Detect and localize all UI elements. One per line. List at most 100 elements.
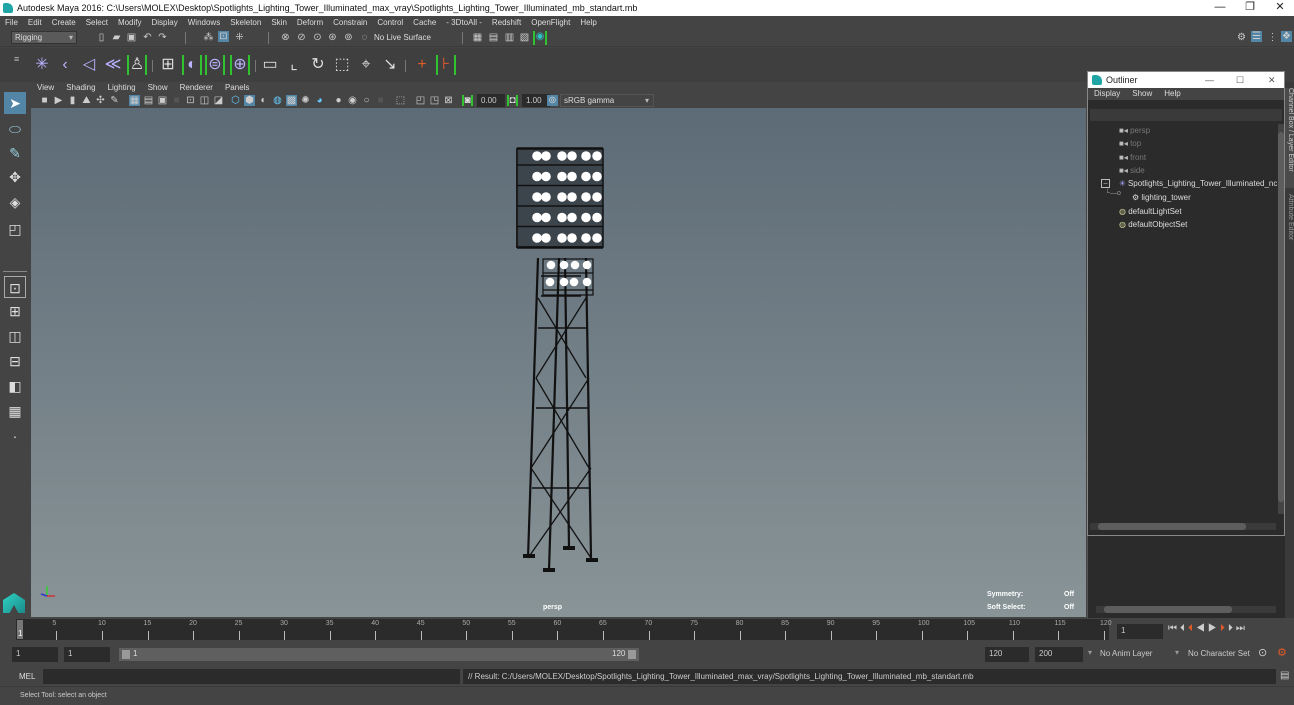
shelf-tab-toggle-icon[interactable]: ≡ [14, 54, 19, 64]
outliner-titlebar[interactable]: Outliner — ☐ ✕ [1088, 72, 1284, 88]
anti-aliasing-icon[interactable]: ○ [361, 95, 372, 106]
menu-openflight[interactable]: OpenFlight [526, 18, 575, 27]
gamma-icon[interactable]: ◘ [507, 95, 518, 106]
exposure-icon[interactable]: ◙ [462, 95, 473, 106]
outliner-maximize-button[interactable]: ☐ [1236, 72, 1244, 88]
redo-icon[interactable]: ↷ [157, 32, 168, 43]
humanik-icon[interactable]: ♙ [127, 55, 147, 75]
menu-modify[interactable]: Modify [113, 18, 147, 27]
gate-mask-icon[interactable]: ■ [171, 95, 182, 106]
new-scene-icon[interactable]: ▯ [96, 32, 107, 43]
restore-button[interactable]: ❐ [1235, 0, 1265, 16]
menu-skin[interactable]: Skin [266, 18, 292, 27]
textured-icon[interactable]: ▩ [286, 95, 297, 106]
menu-control[interactable]: Control [372, 18, 408, 27]
ik-spline-icon[interactable]: ◁ [79, 55, 99, 75]
snap-curve-icon[interactable]: ⊘ [296, 32, 307, 43]
step-back-key-icon[interactable]: ⏴ [1188, 623, 1196, 634]
menu-help[interactable]: Help [575, 18, 601, 27]
time-slider[interactable]: 1 5 10 15 20 25 30 35 40 45 50 55 60 65 70 75 80 85 90 95 1… [16, 619, 1112, 640]
viewport-menu-shading[interactable]: Shading [60, 82, 101, 94]
xray-joints-icon[interactable]: ◳ [429, 95, 440, 106]
command-input[interactable] [43, 669, 460, 684]
auto-key-icon[interactable]: ⊙ [1258, 646, 1267, 659]
menu-redshift[interactable]: Redshift [487, 18, 526, 27]
viewport-menu-view[interactable]: View [31, 82, 60, 94]
range-end-handle[interactable] [628, 650, 636, 659]
tab-channel-box[interactable]: Channel Box / Layer Editor [1285, 88, 1294, 188]
channel-box-toggle-icon[interactable]: ☰ [1251, 31, 1262, 42]
current-time-field[interactable]: 1 [1117, 624, 1163, 639]
save-scene-icon[interactable]: ▣ [126, 32, 137, 43]
move-tool-icon[interactable]: ✥ [4, 166, 26, 188]
scale-constraint-icon[interactable]: ⬚ [332, 55, 352, 75]
screen-space-ao-icon[interactable]: ● [333, 95, 344, 106]
viewport-menu-panels[interactable]: Panels [219, 82, 255, 94]
rotate-tool-icon[interactable]: ◈ [4, 191, 26, 213]
motion-blur-icon[interactable]: ◉ [347, 95, 358, 106]
menuset-dropdown[interactable]: Rigging ▾ [11, 31, 77, 44]
menu-display[interactable]: Display [147, 18, 183, 27]
render-current-icon[interactable]: ▤ [488, 32, 499, 43]
persp-outliner-layout-icon[interactable]: ◧ [4, 375, 26, 397]
resolution-gate-icon[interactable]: ▣ [157, 95, 168, 106]
scale-tool-icon[interactable]: ◰ [4, 218, 26, 240]
interactive-bind-icon[interactable]: ⊜ [205, 55, 225, 75]
chevron-down-icon[interactable]: ▾ [1088, 648, 1092, 657]
depth-of-field-icon[interactable]: ■ [375, 95, 386, 106]
step-back-frame-icon[interactable]: ⏴ [1180, 623, 1188, 634]
select-component-icon[interactable]: ⁜ [234, 32, 245, 43]
play-backwards-icon[interactable]: ◀ [1196, 623, 1208, 634]
persp-graph-layout-icon[interactable]: ▦ [4, 400, 26, 422]
two-pane-stacked-layout-icon[interactable]: ⊟ [4, 350, 26, 372]
safe-action-icon[interactable]: ◫ [199, 95, 210, 106]
smooth-shade-icon[interactable]: ⬢ [244, 95, 255, 106]
exposure-field[interactable]: 0.00 [477, 94, 505, 107]
outliner-minimize-button[interactable]: — [1205, 72, 1214, 88]
go-to-end-icon[interactable]: ⏭ [1236, 623, 1248, 634]
outliner-menu-display[interactable]: Display [1088, 88, 1126, 100]
step-forward-frame-icon[interactable]: ⏵ [1228, 623, 1236, 634]
set-key-icon[interactable]: ⊦ [436, 55, 456, 75]
pole-vector-icon[interactable]: ↘ [380, 55, 400, 75]
select-hierarchy-icon[interactable]: ⁂ [203, 32, 214, 43]
gamma-field[interactable]: 1.00 [522, 94, 550, 107]
image-plane-icon[interactable]: ⛰ [81, 95, 92, 106]
scrollbar-thumb[interactable] [1098, 523, 1246, 530]
panel-horizontal-scrollbar[interactable] [1096, 606, 1276, 613]
select-object-icon[interactable]: ⊡ [218, 31, 229, 42]
ipr-render-icon[interactable]: ▥ [504, 32, 515, 43]
2d-pan-zoom-icon[interactable]: ✣ [95, 95, 106, 106]
wireframe-icon[interactable]: ⬡ [230, 95, 241, 106]
step-forward-key-icon[interactable]: ⏵ [1220, 623, 1228, 634]
xray-icon[interactable]: ◰ [415, 95, 426, 106]
scrollbar-thumb[interactable] [1278, 132, 1284, 502]
grease-pencil-icon[interactable]: ✎ [109, 95, 120, 106]
outliner-search-bar[interactable] [1090, 109, 1282, 121]
menu-select[interactable]: Select [81, 18, 113, 27]
wireframe-on-shaded-icon[interactable]: ◍ [272, 95, 283, 106]
outliner-close-button[interactable]: ✕ [1268, 72, 1276, 88]
paint-select-icon[interactable]: ✎ [4, 142, 26, 164]
start-time-field[interactable]: 1 [12, 647, 58, 662]
skin-icon[interactable]: ≪ [103, 55, 123, 75]
use-default-material-icon[interactable]: ◐ [258, 95, 269, 106]
lasso-tool-icon[interactable]: ⬭ [4, 118, 26, 140]
isolate-select-icon[interactable]: ⬚ [395, 95, 406, 106]
minimize-button[interactable]: — [1205, 0, 1235, 16]
anim-layer-dropdown[interactable]: No Anim Layer [1100, 649, 1152, 658]
film-gate-icon[interactable]: ▤ [143, 95, 154, 106]
outliner-item-lighting-tower[interactable]: ⚙ lighting_tower [1132, 191, 1191, 204]
menu-file[interactable]: File [0, 18, 23, 27]
outliner-item-default-light-set[interactable]: ◍ defaultLightSet [1119, 205, 1182, 218]
play-forwards-icon[interactable]: ▶ [1208, 623, 1220, 634]
tab-attribute-editor[interactable]: Attribute Editor [1285, 194, 1294, 254]
point-constraint-icon[interactable]: ⌞ [284, 55, 304, 75]
color-management-icon[interactable]: ⊚ [547, 95, 558, 106]
anim-end-field[interactable]: 120 [985, 647, 1029, 662]
menu-constrain[interactable]: Constrain [328, 18, 372, 27]
snap-surface-icon[interactable]: ⊚ [343, 32, 354, 43]
render-settings-icon[interactable]: ▧ [519, 32, 530, 43]
undo-icon[interactable]: ↶ [142, 32, 153, 43]
outliner-item-front[interactable]: ■◂ front [1119, 151, 1146, 164]
